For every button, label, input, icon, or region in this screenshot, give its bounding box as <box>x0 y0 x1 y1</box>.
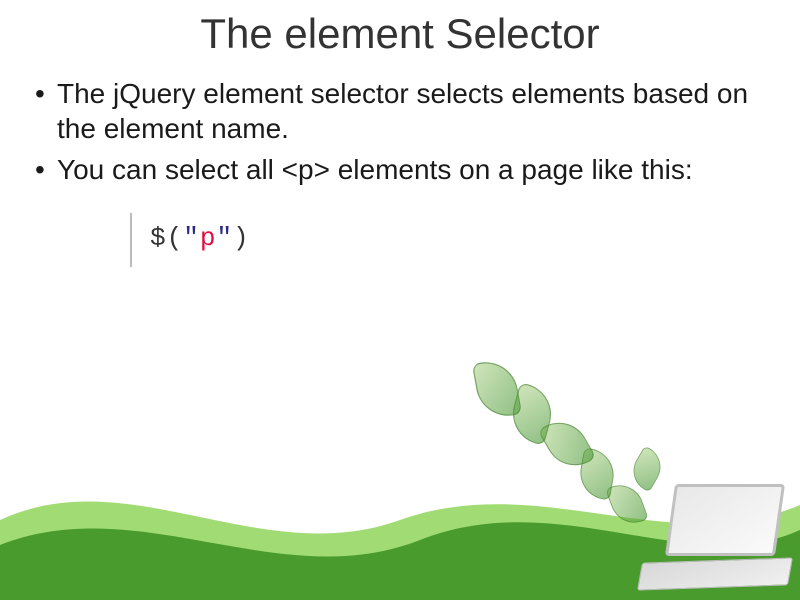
bullet-item: You can select all <p> elements on a pag… <box>35 152 770 187</box>
bullet-item: The jQuery element selector selects elem… <box>35 76 770 146</box>
code-line: $("p") <box>150 223 250 253</box>
code-quote: " <box>183 223 200 253</box>
laptop-screen <box>665 484 785 556</box>
slide-container: The element Selector The jQuery element … <box>0 0 800 600</box>
slide-title: The element Selector <box>30 10 770 58</box>
code-open-paren: ( <box>167 223 184 253</box>
code-dollar: $ <box>150 223 167 253</box>
code-block: $("p") <box>130 213 268 267</box>
envelope-icon <box>472 357 522 421</box>
code-value: p <box>200 223 217 253</box>
laptop-base <box>637 557 793 590</box>
laptop-graphic <box>630 484 790 594</box>
bullet-list: The jQuery element selector selects elem… <box>30 76 770 187</box>
code-close-paren: ) <box>233 223 250 253</box>
code-quote: " <box>216 223 233 253</box>
